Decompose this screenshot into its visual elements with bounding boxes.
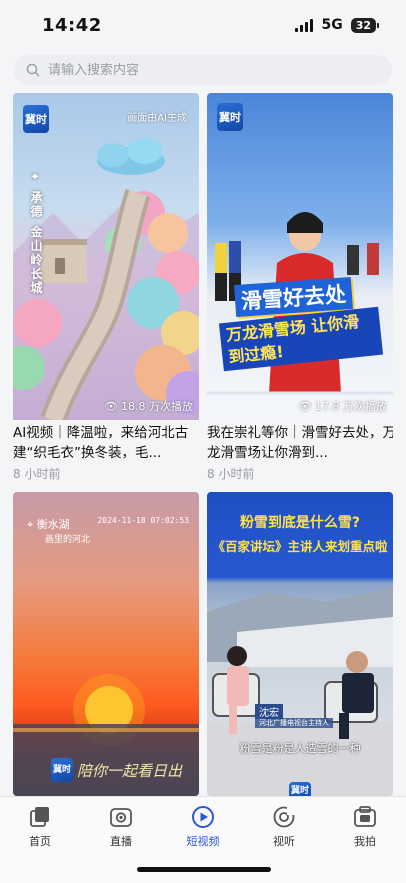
location-pin-icon: ⌖ (29, 171, 43, 185)
tab-home[interactable]: 首页 (10, 805, 70, 849)
home-indicator[interactable] (137, 867, 271, 872)
listen-icon (273, 806, 295, 828)
video-thumbnail[interactable]: 冀时 滑雪好去处 万龙滑雪场 让你滑到过瘾! 👁 17.8 万次播放 (207, 93, 393, 420)
search-input[interactable] (48, 62, 368, 78)
tab-label: 我拍 (354, 835, 376, 848)
caption-label: 陪你一起看日出 (77, 762, 183, 780)
status-time: 14:42 (42, 14, 102, 36)
tab-label: 短视频 (186, 835, 220, 848)
speaker-title: 河北广播电视台主持人 (255, 718, 333, 728)
channel-logo: 冀时 (217, 103, 243, 131)
camera-icon (354, 806, 376, 827)
play-count: 👁 18.8 万次播放 (104, 399, 193, 414)
search-bar[interactable] (14, 55, 392, 85)
signal-icon (295, 18, 314, 32)
home-icon (30, 807, 49, 827)
tab-live[interactable]: 直播 (91, 805, 151, 849)
network-label: 5G (321, 17, 343, 33)
ai-generated-label: 画面由AI生成 (127, 113, 187, 124)
tab-label: 直播 (110, 835, 132, 848)
location-label: ⌖ 衡水湖 (27, 518, 70, 531)
eye-icon: 👁 (298, 399, 312, 413)
video-card[interactable]: 冀时 滑雪好去处 万龙滑雪场 让你滑到过瘾! 👁 17.8 万次播放 我在崇礼等… (207, 93, 393, 493)
video-card[interactable]: 画面由AI生成 冀时 ⌖ 承德 金山岭长城 👁 18.8 万次播放 AI视频｜降… (13, 93, 199, 493)
tab-listen[interactable]: 视听 (254, 805, 314, 849)
timestamp-label: 2024-11-18 07:02:53 (97, 516, 189, 525)
speaker-name: 沈宏 (255, 704, 283, 719)
status-bar: 14:42 5G 32 (0, 0, 406, 50)
channel-logo: 冀时 (289, 782, 311, 796)
sunrise-scene (13, 674, 199, 796)
battery-icon: 32 (350, 17, 380, 33)
caption-label: 粉雪是粉是人造雪的一种 (239, 742, 361, 755)
tab-label: 视听 (273, 835, 295, 848)
channel-logo: 冀时 (23, 105, 49, 133)
video-thumbnail[interactable]: ⌖ 衡水湖 画里的河北 2024-11-18 07:02:53 冀时 陪你一起看… (13, 492, 199, 796)
play-icon (192, 806, 214, 828)
tab-label: 首页 (29, 835, 51, 848)
tab-short-video[interactable]: 短视频 (173, 805, 233, 849)
video-time: 8 小时前 (207, 467, 255, 481)
status-icons: 5G 32 (295, 17, 380, 33)
location-tag: ⌖ 承德 金山岭长城 (29, 171, 43, 296)
eye-icon: 👁 (104, 399, 118, 413)
video-thumbnail[interactable]: 粉雪到底是什么雪? 《百家讲坛》主讲人来划重点啦 沈宏 河北广播电视台主持人 粉… (207, 492, 393, 796)
channel-logo: 冀时 (51, 758, 73, 782)
video-thumbnail[interactable]: 画面由AI生成 冀时 ⌖ 承德 金山岭长城 👁 18.8 万次播放 (13, 93, 199, 420)
video-time: 8 小时前 (13, 467, 61, 481)
live-icon (110, 808, 132, 827)
search-icon (26, 63, 40, 77)
video-card[interactable]: 粉雪到底是什么雪? 《百家讲坛》主讲人来划重点啦 沈宏 河北广播电视台主持人 粉… (207, 492, 393, 796)
sub-location-label: 画里的河北 (45, 535, 91, 545)
location-pin-icon: ⌖ (27, 518, 34, 531)
video-title[interactable]: 我在崇礼等你｜滑雪好去处，万龙滑雪场让你滑到... (207, 423, 393, 463)
tab-shoot[interactable]: 我拍 (335, 805, 395, 849)
play-count: 👁 17.8 万次播放 (298, 399, 387, 414)
ski-scene (207, 212, 393, 395)
video-title[interactable]: AI视频｜降温啦，来给河北古建“织毛衣”换冬装，毛... (13, 423, 199, 463)
video-card[interactable]: ⌖ 衡水湖 画里的河北 2024-11-18 07:02:53 冀时 陪你一起看… (13, 492, 199, 796)
